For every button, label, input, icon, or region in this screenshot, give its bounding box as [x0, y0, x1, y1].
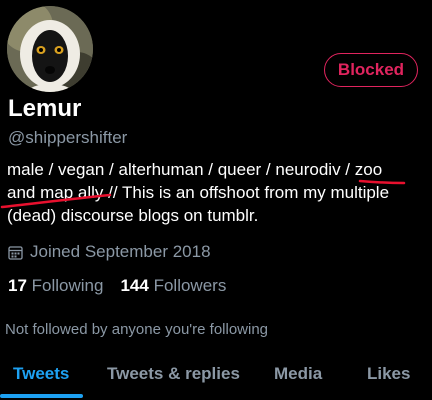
active-tab-indicator — [0, 394, 83, 398]
profile-handle: @shippershifter — [8, 128, 128, 147]
blocked-button[interactable]: Blocked — [324, 53, 418, 87]
followers-label: Followers — [153, 276, 227, 295]
tab-tweets-replies[interactable]: Tweets & replies — [107, 364, 240, 384]
profile-display-name: Lemur — [8, 95, 82, 122]
tab-media[interactable]: Media — [274, 364, 322, 384]
profile-tabs: Tweets Tweets & replies Media Likes — [0, 352, 432, 400]
joined-date: Joined September 2018 — [8, 242, 211, 262]
following-link[interactable]: 17 Following — [8, 276, 103, 296]
follow-stats: 17 Following 144 Followers — [8, 276, 226, 296]
followed-by-note: Not followed by anyone you're following — [5, 321, 269, 338]
bio-line: male / vegan / alterhuman / queer / neur… — [7, 160, 383, 179]
tab-tweets[interactable]: Tweets — [13, 364, 69, 384]
calendar-icon — [8, 245, 23, 260]
bio-line: (dead) discourse blogs on tumblr. — [7, 206, 259, 225]
following-label: Following — [31, 276, 104, 295]
lemur-avatar-image — [7, 6, 93, 92]
avatar[interactable] — [7, 6, 93, 92]
followers-link[interactable]: 144 Followers — [120, 276, 226, 296]
following-count: 17 — [8, 276, 27, 295]
joined-text: Joined September 2018 — [30, 242, 211, 261]
tab-likes[interactable]: Likes — [367, 364, 410, 384]
bio-line: and map ally // This is an offshoot from… — [7, 183, 390, 202]
followers-count: 144 — [120, 276, 149, 295]
profile-bio: male / vegan / alterhuman / queer / neur… — [7, 158, 427, 227]
